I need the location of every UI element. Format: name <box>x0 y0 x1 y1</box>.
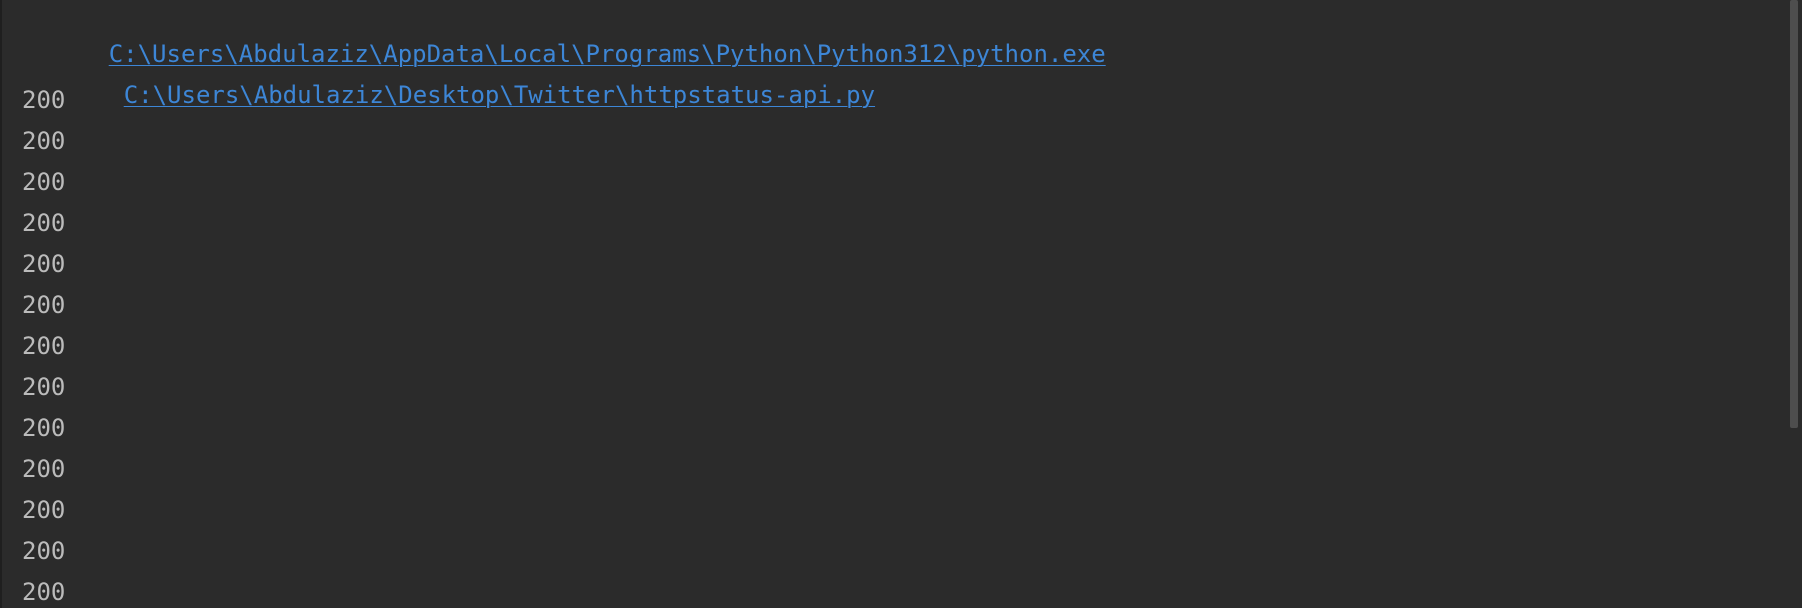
interpreter-path-link[interactable]: C:\Users\Abdulaziz\AppData\Local\Program… <box>109 40 1106 68</box>
output-line: 200 <box>22 373 66 401</box>
output-line: 200 <box>22 209 66 237</box>
output-line: 200 <box>22 455 66 483</box>
output-line: 200 <box>22 414 66 442</box>
scrollbar-thumb[interactable] <box>1790 0 1798 428</box>
output-line: 200 <box>22 250 66 278</box>
command-line-interpreter: C:\Users\Abdulaziz\AppData\Local\Program… <box>0 0 1780 68</box>
vertical-scrollbar[interactable] <box>1788 0 1802 608</box>
console-output: C:\Users\Abdulaziz\AppData\Local\Program… <box>0 0 1780 608</box>
output-line: 200 <box>22 578 66 606</box>
run-console: C:\Users\Abdulaziz\AppData\Local\Program… <box>0 0 1802 608</box>
output-line: 200 <box>22 291 66 319</box>
output-line: 200 <box>22 537 66 565</box>
output-line: 200 <box>22 127 66 155</box>
output-line: 200 <box>22 168 66 196</box>
output-line: 200 <box>22 496 66 524</box>
output-line: 200 <box>22 332 66 360</box>
script-path-link[interactable]: C:\Users\Abdulaziz\Desktop\Twitter\https… <box>124 81 875 109</box>
